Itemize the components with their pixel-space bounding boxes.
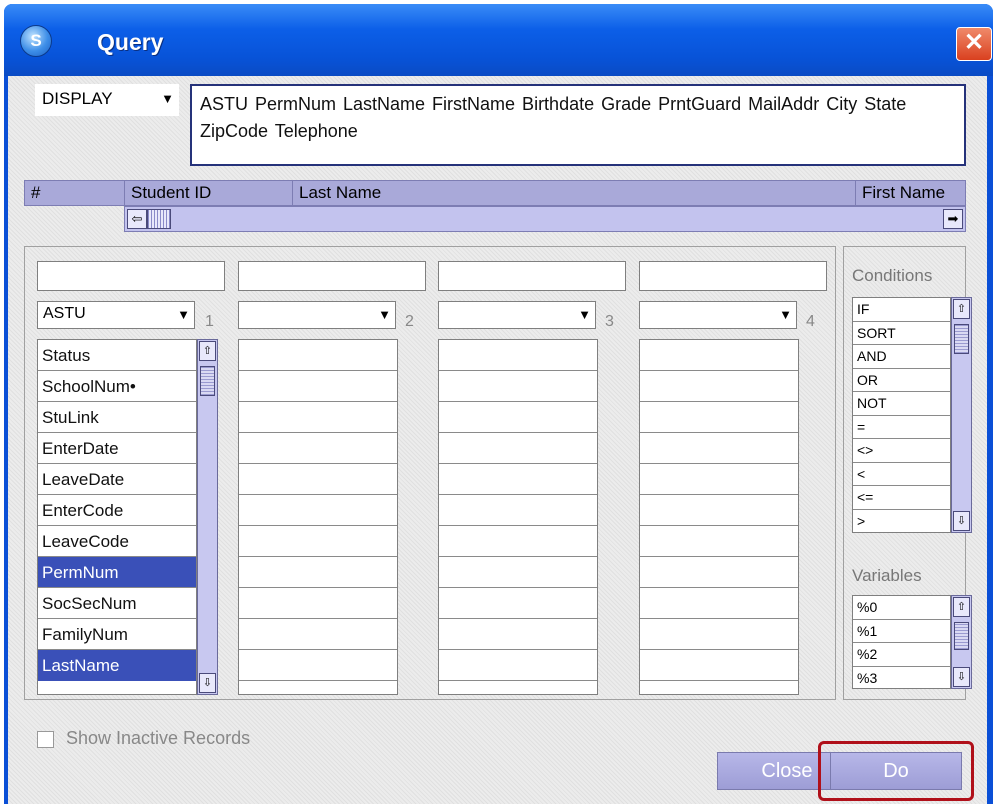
field-item-stulink[interactable]: StuLink — [38, 402, 196, 433]
vertical-scroll-thumb[interactable] — [954, 622, 969, 650]
variables-label: Variables — [852, 566, 922, 585]
condition-item-sort[interactable]: SORT — [853, 322, 950, 345]
variable-item-1[interactable]: %1 — [853, 620, 950, 643]
scroll-up-arrow-icon[interactable]: ⇧ — [953, 299, 970, 319]
column-header-number[interactable]: # — [25, 181, 125, 205]
field-list: Status SchoolNum• StuLink EnterDate Leav… — [37, 339, 197, 695]
chevron-down-icon: ▼ — [161, 91, 174, 106]
condition-item-not-equals[interactable]: <> — [853, 439, 950, 463]
scroll-down-arrow-icon[interactable]: ⇩ — [953, 667, 970, 687]
field-list-scrollbar[interactable]: ⇧ ⇩ — [197, 339, 218, 695]
conditions-label: Conditions — [852, 266, 933, 285]
column-1-table-select[interactable]: ASTU ▼ — [37, 301, 195, 329]
scroll-up-arrow-icon[interactable]: ⇧ — [953, 597, 970, 617]
query-builder-panel: ASTU ▼ 1 Status SchoolNum• StuLink Enter… — [24, 246, 836, 700]
variable-item-3[interactable]: %3 — [853, 667, 950, 691]
field-item-leavedate[interactable]: LeaveDate — [38, 464, 196, 495]
scroll-down-arrow-icon[interactable]: ⇩ — [953, 511, 970, 531]
column-1-expression-input[interactable] — [37, 261, 225, 291]
query-window: S Query ✕ DISPLAY ▼ ASTU PermNum LastNam… — [4, 4, 993, 804]
column-3-number: 3 — [605, 313, 614, 330]
scroll-right-arrow-icon[interactable]: ➡ — [943, 209, 963, 229]
field-item-leavecode[interactable]: LeaveCode — [38, 526, 196, 557]
column-4-expression-input[interactable] — [639, 261, 827, 291]
column-3-table-select[interactable]: ▼ — [438, 301, 596, 329]
condition-item-less-than[interactable]: < — [853, 463, 950, 486]
conditions-scrollbar[interactable]: ⇧ ⇩ — [951, 297, 972, 533]
display-fields-textarea[interactable]: ASTU PermNum LastName FirstName Birthdat… — [190, 84, 966, 166]
variable-item-0[interactable]: %0 — [853, 596, 950, 620]
variable-item-2[interactable]: %2 — [853, 643, 950, 667]
column-1-table-value: ASTU — [43, 305, 86, 322]
condition-item-and[interactable]: AND — [853, 345, 950, 369]
chevron-down-icon: ▼ — [177, 307, 190, 322]
column-2-expression-input[interactable] — [238, 261, 426, 291]
column-3-expression-input[interactable] — [438, 261, 626, 291]
do-button[interactable]: Do — [830, 752, 962, 790]
condition-item-greater-than[interactable]: > — [853, 510, 950, 534]
scroll-down-arrow-icon[interactable]: ⇩ — [199, 673, 216, 693]
variables-list: %0 %1 %2 %3 — [852, 595, 951, 689]
field-item-status[interactable]: Status — [38, 340, 196, 371]
column-3-field-list[interactable] — [438, 339, 598, 695]
condition-item-not[interactable]: NOT — [853, 392, 950, 416]
field-item-entercode[interactable]: EnterCode — [38, 495, 196, 526]
chevron-down-icon: ▼ — [779, 307, 792, 322]
column-2-table-select[interactable]: ▼ — [238, 301, 396, 329]
close-window-button[interactable]: ✕ — [956, 27, 992, 61]
field-item-permnum[interactable]: PermNum — [38, 557, 196, 588]
conditions-list: IF SORT AND OR NOT = <> < <= > — [852, 297, 951, 533]
show-inactive-checkbox[interactable] — [37, 731, 54, 748]
dialog-body: DISPLAY ▼ ASTU PermNum LastName FirstNam… — [8, 76, 987, 804]
vertical-scroll-thumb[interactable] — [954, 324, 969, 354]
title-bar[interactable]: S Query ✕ — [4, 4, 993, 76]
scroll-up-arrow-icon[interactable]: ⇧ — [199, 341, 216, 361]
results-horizontal-scrollbar[interactable]: ⇦ ➡ — [124, 206, 966, 232]
column-4-table-select[interactable]: ▼ — [639, 301, 797, 329]
horizontal-scroll-thumb[interactable] — [147, 209, 171, 229]
app-icon: S — [20, 25, 52, 57]
column-1-number: 1 — [205, 313, 214, 330]
column-header-student-id[interactable]: Student ID — [125, 181, 293, 205]
window-title: Query — [97, 29, 164, 55]
condition-item-if[interactable]: IF — [853, 298, 950, 322]
field-item-enterdate[interactable]: EnterDate — [38, 433, 196, 464]
display-mode-value: DISPLAY — [42, 89, 113, 108]
results-grid-header: # Student ID Last Name First Name — [24, 180, 966, 206]
scroll-left-arrow-icon[interactable]: ⇦ — [127, 209, 147, 229]
column-4-field-list[interactable] — [639, 339, 799, 695]
column-2-field-list[interactable] — [238, 339, 398, 695]
chevron-down-icon: ▼ — [578, 307, 591, 322]
vertical-scroll-thumb[interactable] — [200, 366, 215, 396]
field-item-schoolnum[interactable]: SchoolNum• — [38, 371, 196, 402]
display-mode-select[interactable]: DISPLAY ▼ — [35, 84, 179, 116]
column-header-last-name[interactable]: Last Name — [293, 181, 856, 205]
field-item-familynum[interactable]: FamilyNum — [38, 619, 196, 650]
field-item-socsecnum[interactable]: SocSecNum — [38, 588, 196, 619]
column-2-number: 2 — [405, 313, 414, 330]
condition-item-equals[interactable]: = — [853, 416, 950, 439]
condition-item-less-equal[interactable]: <= — [853, 486, 950, 510]
condition-item-or[interactable]: OR — [853, 369, 950, 392]
field-item-lastname[interactable]: LastName — [38, 650, 196, 681]
show-inactive-label[interactable]: Show Inactive Records — [66, 728, 250, 749]
column-4-number: 4 — [806, 313, 815, 330]
variables-scrollbar[interactable]: ⇧ ⇩ — [951, 595, 972, 689]
column-header-first-name[interactable]: First Name — [856, 181, 965, 205]
conditions-panel: Conditions IF SORT AND OR NOT = <> < <= … — [843, 246, 972, 700]
chevron-down-icon: ▼ — [378, 307, 391, 322]
